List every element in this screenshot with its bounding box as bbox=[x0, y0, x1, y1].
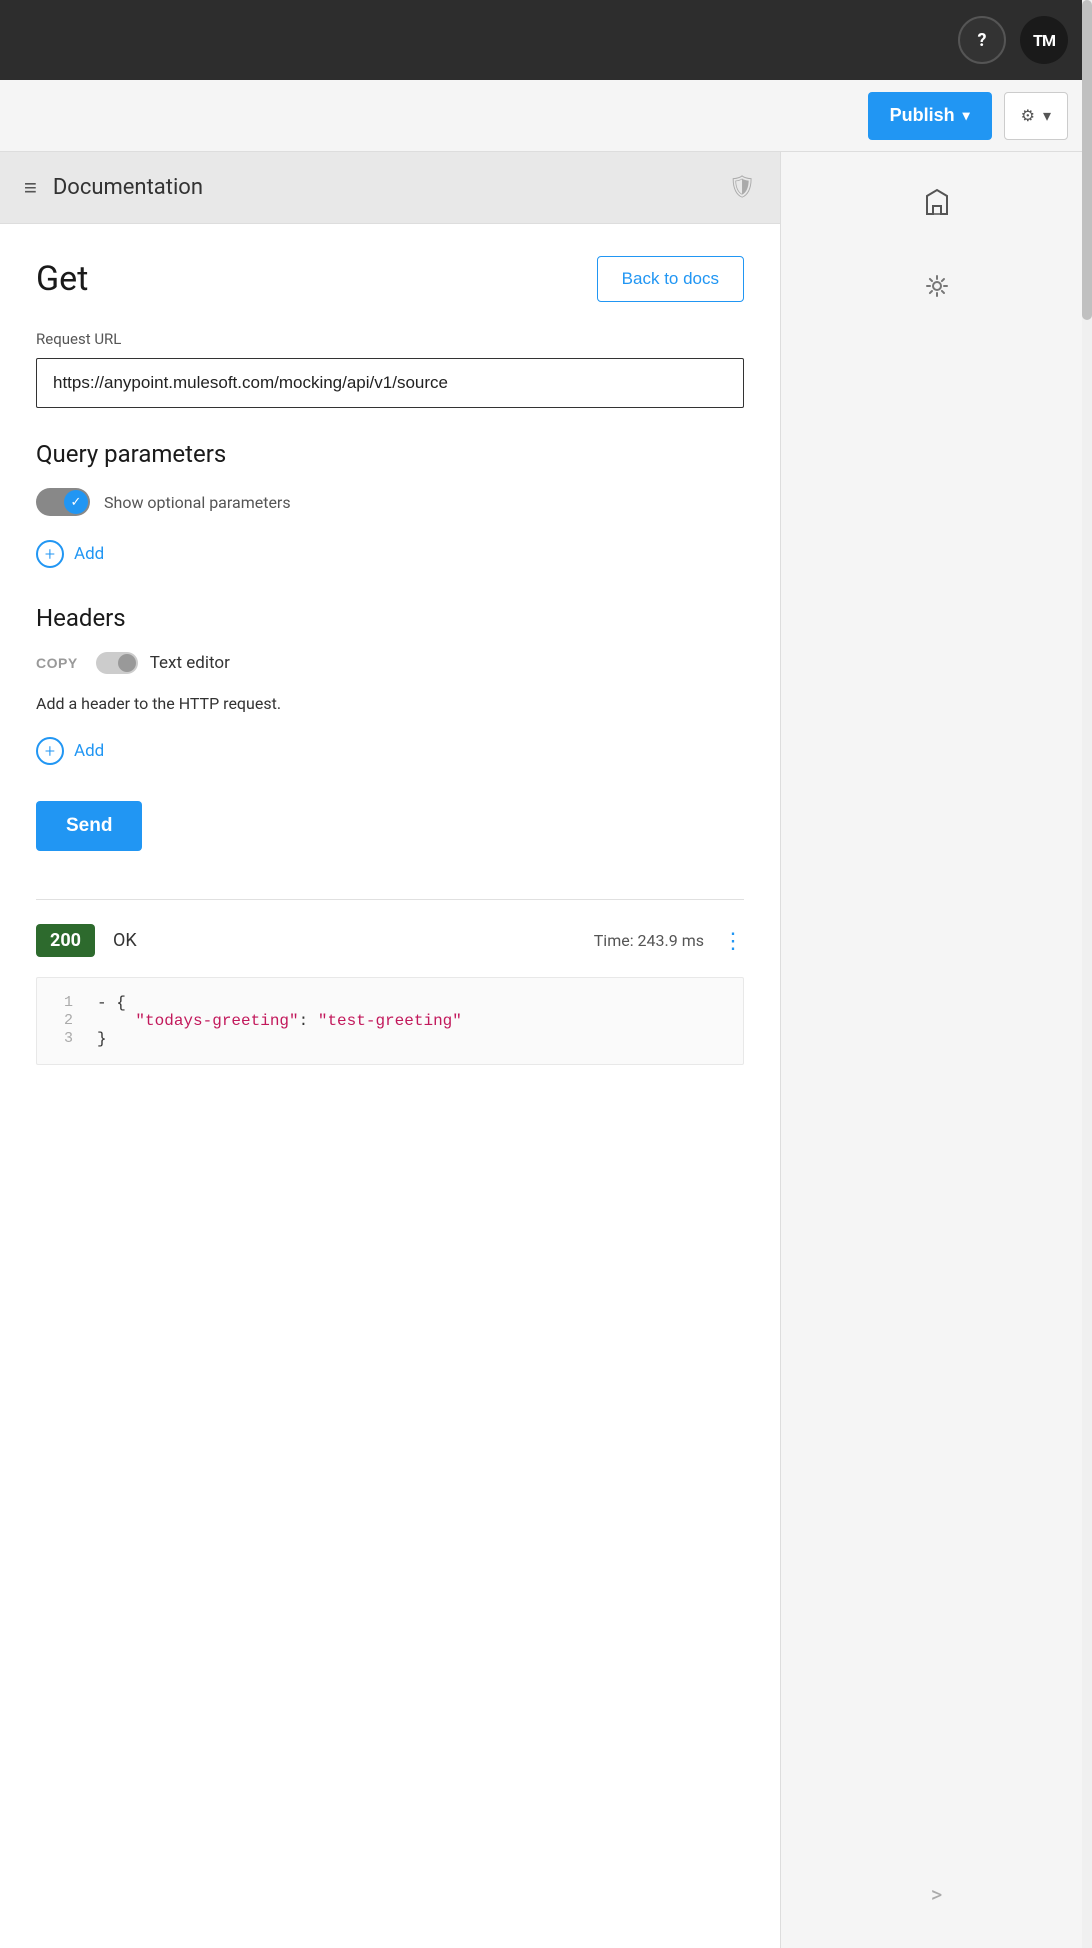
add-label: Add bbox=[74, 544, 104, 564]
query-params-section: Query parameters ✓ Show optional paramet… bbox=[36, 440, 744, 568]
right-panel: > bbox=[780, 152, 1092, 1948]
send-button[interactable]: Send bbox=[36, 801, 142, 851]
response-time: Time: 243.9 ms bbox=[594, 931, 704, 950]
code-key: "todays-greeting" bbox=[135, 1012, 298, 1030]
code-line-3: 3 } bbox=[37, 1030, 743, 1048]
code-content-3: } bbox=[89, 1030, 743, 1048]
status-text: OK bbox=[113, 930, 137, 951]
request-url-input[interactable] bbox=[53, 373, 727, 393]
toggle-knob: ✓ bbox=[64, 490, 88, 514]
main-layout: ≡ Documentation 🛡 Get Back to docs Reque… bbox=[0, 152, 1092, 1948]
query-params-add-button[interactable]: + Add bbox=[36, 540, 744, 568]
settings-button[interactable]: ⚙ ▾ bbox=[1004, 92, 1068, 140]
chevron-right-icon[interactable]: > bbox=[931, 1883, 943, 1908]
status-badge: 200 bbox=[36, 924, 95, 957]
toolbar: Publish ▾ ⚙ ▾ bbox=[0, 80, 1092, 152]
code-content-2: "todays-greeting": "test-greeting" bbox=[89, 1012, 743, 1030]
text-editor-toggle[interactable] bbox=[96, 652, 138, 674]
line-number-3: 3 bbox=[37, 1030, 89, 1048]
back-to-docs-button[interactable]: Back to docs bbox=[597, 256, 744, 302]
code-val: "test-greeting" bbox=[318, 1012, 462, 1030]
show-optional-toggle-row: ✓ Show optional parameters bbox=[36, 488, 744, 516]
documentation-title: Documentation bbox=[53, 175, 203, 200]
gear-icon bbox=[921, 270, 953, 302]
headers-title: Headers bbox=[36, 604, 744, 632]
response-section: 200 OK Time: 243.9 ms ⋮ 1 - { 2 "todays-… bbox=[36, 899, 744, 1065]
url-input-wrapper bbox=[36, 358, 744, 408]
left-panel: ≡ Documentation 🛡 Get Back to docs Reque… bbox=[0, 152, 780, 1948]
publish-button[interactable]: Publish ▾ bbox=[868, 92, 992, 140]
response-status-bar: 200 OK Time: 243.9 ms ⋮ bbox=[36, 924, 744, 957]
toggle-check-icon: ✓ bbox=[71, 495, 82, 510]
request-url-label: Request URL bbox=[36, 330, 744, 348]
right-panel-settings-icon-btn[interactable] bbox=[911, 260, 963, 312]
toggle-knob-small bbox=[118, 654, 136, 672]
more-options-button[interactable]: ⋮ bbox=[722, 928, 744, 954]
hamburger-icon[interactable]: ≡ bbox=[24, 175, 37, 201]
code-line-2: 2 "todays-greeting": "test-greeting" bbox=[37, 1012, 743, 1030]
text-editor-label: Text editor bbox=[150, 653, 230, 673]
settings-gear-icon: ⚙ bbox=[1021, 106, 1035, 126]
copy-button[interactable]: COPY bbox=[36, 655, 78, 671]
help-icon-btn[interactable]: ? bbox=[958, 16, 1006, 64]
method-label: Get bbox=[36, 259, 88, 299]
scrollbar-thumb[interactable] bbox=[1082, 0, 1092, 320]
query-params-title: Query parameters bbox=[36, 440, 744, 468]
headers-toolbar: COPY Text editor bbox=[36, 652, 744, 674]
headers-section: Headers COPY Text editor Add a header to… bbox=[36, 604, 744, 765]
line-number-1: 1 bbox=[37, 994, 89, 1012]
settings-chevron-icon: ▾ bbox=[1043, 106, 1051, 126]
avatar-btn[interactable]: TM bbox=[1020, 16, 1068, 64]
content-area: Get Back to docs Request URL Query param… bbox=[0, 224, 780, 1948]
add-circle-headers-icon: + bbox=[36, 737, 64, 765]
code-content-1: - { bbox=[89, 994, 743, 1012]
get-header: Get Back to docs bbox=[36, 256, 744, 302]
code-line-1: 1 - { bbox=[37, 994, 743, 1012]
response-code-block: 1 - { 2 "todays-greeting": "test-greetin… bbox=[36, 977, 744, 1065]
doc-header: ≡ Documentation 🛡 bbox=[0, 152, 780, 224]
scrollbar-track[interactable] bbox=[1082, 0, 1092, 1948]
header-hint-text: Add a header to the HTTP request. bbox=[36, 694, 744, 713]
publish-chevron-icon: ▾ bbox=[963, 107, 970, 124]
add-circle-icon: + bbox=[36, 540, 64, 568]
building-icon bbox=[921, 186, 953, 218]
toggle-label: Show optional parameters bbox=[104, 493, 291, 512]
headers-add-button[interactable]: + Add bbox=[36, 737, 744, 765]
text-editor-toggle-row: Text editor bbox=[96, 652, 230, 674]
request-url-section: Request URL bbox=[36, 330, 744, 408]
shield-icon: 🛡 bbox=[728, 175, 756, 200]
top-bar: ? TM bbox=[0, 0, 1092, 80]
show-optional-toggle[interactable]: ✓ bbox=[36, 488, 90, 516]
line-number-2: 2 bbox=[37, 1012, 89, 1030]
right-panel-home-icon-btn[interactable] bbox=[911, 176, 963, 228]
headers-add-label: Add bbox=[74, 741, 104, 761]
